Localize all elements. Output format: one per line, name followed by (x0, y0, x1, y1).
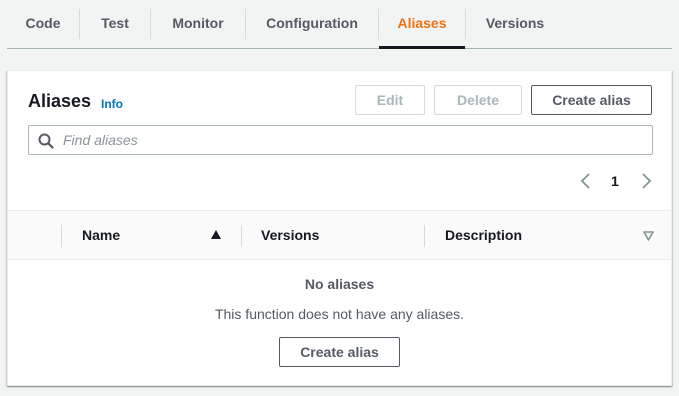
sort-caret-down-icon[interactable] (643, 231, 654, 241)
tab-code[interactable]: Code (7, 0, 79, 46)
search-box (28, 125, 653, 155)
chevron-right-icon[interactable] (638, 172, 654, 190)
page-number[interactable]: 1 (611, 173, 619, 189)
delete-button[interactable]: Delete (434, 85, 522, 115)
table-header: Name Versions Description (8, 210, 671, 260)
tab-label: Versions (485, 15, 545, 31)
tab-versions[interactable]: Versions (466, 0, 564, 46)
column-header-versions[interactable]: Versions (261, 211, 319, 259)
search-input[interactable] (63, 126, 643, 154)
tab-label: Code (25, 15, 61, 31)
tab-label: Configuration (266, 15, 358, 31)
column-divider (61, 225, 62, 247)
chevron-left-icon[interactable] (578, 172, 594, 190)
create-alias-button[interactable]: Create alias (531, 85, 652, 115)
tab-label: Monitor (172, 15, 224, 31)
column-divider (424, 225, 425, 247)
tab-configuration[interactable]: Configuration (246, 0, 378, 46)
tab-aliases[interactable]: Aliases (379, 0, 465, 49)
tab-bar: Code Test Monitor Configuration Aliases … (7, 0, 672, 49)
tab-monitor[interactable]: Monitor (151, 0, 245, 46)
info-link[interactable]: Info (101, 97, 123, 111)
create-alias-empty-button[interactable]: Create alias (279, 337, 400, 367)
tab-label: Test (101, 15, 129, 31)
edit-button[interactable]: Edit (355, 85, 425, 115)
column-divider (241, 225, 242, 247)
column-header-description[interactable]: Description (445, 211, 522, 259)
sort-ascending-icon[interactable] (211, 230, 221, 239)
empty-state-title: No aliases (304, 276, 375, 292)
tab-test[interactable]: Test (80, 0, 150, 46)
panel-title: Aliases (28, 91, 92, 111)
search-icon (38, 133, 54, 149)
column-header-name[interactable]: Name (82, 211, 120, 259)
empty-state-description: This function does not have any aliases. (214, 306, 465, 322)
aliases-panel: Aliases Info Edit Delete Create alias 1 … (7, 70, 672, 386)
tab-label: Aliases (397, 15, 447, 31)
pagination: 1 (578, 171, 658, 191)
